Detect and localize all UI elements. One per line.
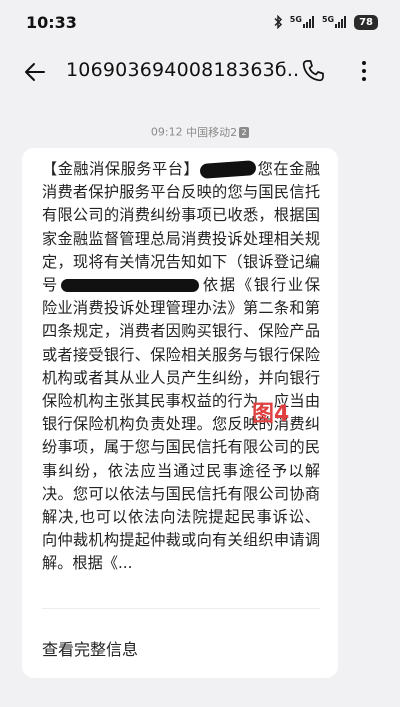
- redaction-mark: [61, 279, 199, 293]
- signal-5g-icon: 5G: [290, 16, 315, 28]
- conversation-header: 10690369400818363б...: [0, 44, 400, 100]
- divider: [42, 608, 320, 609]
- network-label-1: 5G: [289, 15, 302, 24]
- status-bar: 10:33 5G 5G 78: [0, 0, 400, 44]
- message-text-part-1: 【金融消保服务平台】: [42, 160, 200, 178]
- more-vertical-icon[interactable]: [354, 58, 374, 84]
- network-label-2: 5G: [321, 15, 335, 24]
- message-text-part-2: 您在金融消费者保护服务平台反映的您与国民信托有限公司的消费纠纷事项已收悉，根据国…: [42, 160, 320, 295]
- message-bubble[interactable]: 【金融消保服务平台】 您在金融消费者保护服务平台反映的您与国民信托有限公司的消费纠…: [22, 148, 338, 678]
- message-body: 【金融消保服务平台】 您在金融消费者保护服务平台反映的您与国民信托有限公司的消费纠…: [42, 158, 320, 576]
- message-timestamp: 09:12 中国移动2 2: [0, 124, 400, 140]
- redaction-mark: [199, 160, 257, 179]
- figure-label: 图4: [252, 402, 290, 427]
- message-carrier: 中国移动2: [186, 126, 238, 139]
- phone-icon[interactable]: [300, 58, 326, 84]
- signal-5g-icon: 5G: [322, 16, 347, 28]
- bluetooth-icon: [273, 15, 283, 29]
- status-icons: 5G 5G 78: [273, 14, 378, 30]
- view-full-message-link[interactable]: 查看完整信息: [42, 636, 138, 660]
- sender-number-title: 10690369400818363б...: [66, 59, 298, 81]
- sim-badge-icon: 2: [239, 126, 250, 138]
- back-arrow-icon[interactable]: [22, 59, 48, 85]
- battery-icon: 78: [354, 14, 378, 30]
- message-time: 09:12: [150, 125, 183, 139]
- status-time: 10:33: [26, 13, 77, 32]
